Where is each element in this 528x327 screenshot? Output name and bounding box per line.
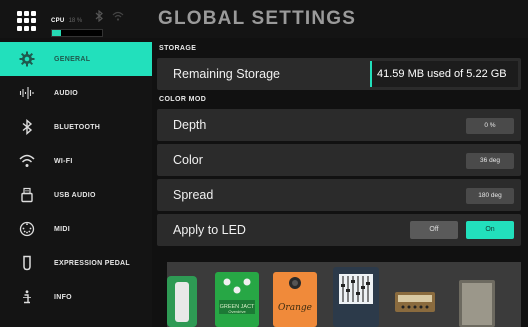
color-row[interactable]: Color 36 deg — [157, 144, 521, 176]
led-off-button[interactable]: Off — [410, 221, 458, 239]
color-label: Color — [173, 153, 203, 167]
sidebar-item-label: INFO — [54, 293, 72, 301]
top-bar: CPU 18 % GLOBAL SETTINGS — [0, 0, 528, 38]
sidebar-item-label: WI-FI — [54, 157, 73, 165]
depth-value[interactable]: 0 % — [466, 118, 514, 134]
settings-panel: STORAGE Remaining Storage 41.59 MB used … — [157, 42, 528, 327]
apply-to-led-row: Apply to LED Off On — [157, 214, 521, 246]
apply-to-led-label: Apply to LED — [173, 223, 246, 237]
depth-label: Depth — [173, 118, 207, 132]
section-header-storage: STORAGE — [159, 45, 197, 52]
remaining-storage-label: Remaining Storage — [173, 67, 281, 81]
spread-row[interactable]: Spread 180 deg — [157, 179, 521, 211]
gear-icon — [0, 51, 54, 67]
sidebar-item-general[interactable]: GENERAL — [0, 42, 152, 76]
sidebar-item-info[interactable]: INFO — [0, 280, 152, 314]
wifi-icon — [0, 153, 54, 169]
sidebar-item-usb-audio[interactable]: USB AUDIO — [0, 178, 152, 212]
pedal-artwork: GREEN JACT Overdrive Orange — [167, 262, 521, 327]
green-jacket-sublabel: Overdrive — [228, 309, 246, 314]
color-value[interactable]: 36 deg — [466, 153, 514, 169]
spread-label: Spread — [173, 188, 214, 202]
section-header-color-mod: COLOR MOD — [159, 96, 207, 103]
sidebar-item-label: USB AUDIO — [54, 191, 96, 199]
sidebar-item-bluetooth[interactable]: BLUETOOTH — [0, 110, 152, 144]
expression-pedal-icon — [0, 255, 54, 271]
sidebar-item-expression-pedal[interactable]: EXPRESSION PEDAL — [0, 246, 152, 280]
led-on-button[interactable]: On — [466, 221, 514, 239]
sidebar-item-wifi[interactable]: WI-FI — [0, 144, 152, 178]
midi-icon — [0, 221, 54, 237]
grid-menu-icon[interactable] — [17, 11, 37, 31]
remaining-storage-value: 41.59 MB used of 5.22 GB — [370, 61, 518, 87]
remaining-storage-row: Remaining Storage 41.59 MB used of 5.22 … — [157, 58, 521, 90]
sidebar-item-audio[interactable]: AUDIO — [0, 76, 152, 110]
bluetooth-icon — [0, 119, 54, 135]
cpu-label: CPU — [51, 18, 65, 24]
sidebar-item-label: MIDI — [54, 225, 70, 233]
sidebar: GENERAL AUDIO BLUETOOTH WI-FI USB AUDIO … — [0, 42, 152, 327]
sidebar-item-label: EXPRESSION PEDAL — [54, 259, 130, 267]
cpu-load-fill — [52, 30, 61, 36]
sidebar-item-midi[interactable]: MIDI — [0, 212, 152, 246]
cpu-percent: 18 % — [68, 18, 83, 24]
sidebar-item-label: BLUETOOTH — [54, 123, 101, 131]
depth-row[interactable]: Depth 0 % — [157, 109, 521, 141]
waveform-icon — [0, 85, 54, 101]
sidebar-item-label: GENERAL — [54, 55, 91, 63]
bluetooth-icon — [95, 10, 103, 22]
orange-pedal-label: Orange — [278, 303, 312, 313]
sidebar-item-label: AUDIO — [54, 89, 79, 97]
usb-icon — [0, 187, 54, 203]
wifi-icon — [112, 11, 124, 21]
cpu-load-bar — [51, 29, 103, 37]
pedal-illustration: GREEN JACT Overdrive Orange — [167, 262, 521, 327]
info-icon — [0, 289, 54, 305]
spread-value[interactable]: 180 deg — [466, 188, 514, 204]
page-title: GLOBAL SETTINGS — [158, 8, 357, 29]
